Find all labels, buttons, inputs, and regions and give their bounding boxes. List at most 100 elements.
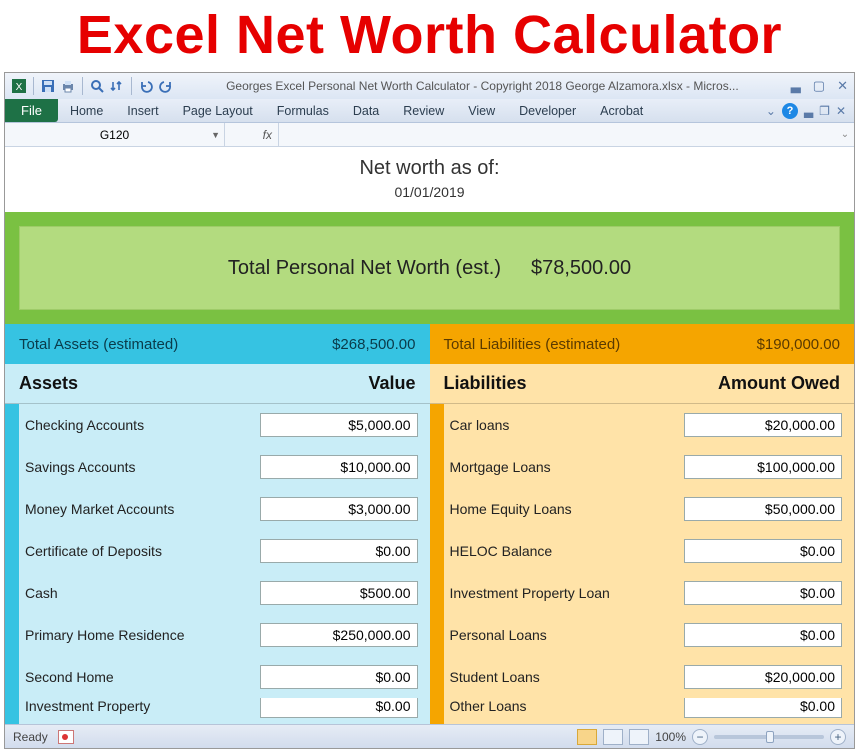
- liability-value-cell[interactable]: $0.00: [684, 581, 842, 605]
- asset-value-cell[interactable]: $500.00: [260, 581, 418, 605]
- formula-bar: G120 ▼ fx ⌄: [5, 123, 854, 147]
- asset-label: Money Market Accounts: [25, 501, 260, 517]
- worksheet[interactable]: Net worth as of: 01/01/2019 Total Person…: [5, 147, 854, 724]
- tab-page-layout[interactable]: Page Layout: [171, 99, 265, 122]
- liabilities-total-label: Total Liabilities (estimated): [444, 336, 621, 353]
- tab-acrobat[interactable]: Acrobat: [588, 99, 655, 122]
- tab-review[interactable]: Review: [391, 99, 456, 122]
- view-page-layout-button[interactable]: [603, 729, 623, 745]
- asset-row: Certificate of Deposits$0.00: [19, 530, 430, 572]
- asset-label: Savings Accounts: [25, 459, 260, 475]
- minimize-button[interactable]: ▃: [791, 78, 801, 94]
- tab-developer[interactable]: Developer: [507, 99, 588, 122]
- status-bar: Ready 100% − +: [5, 724, 854, 748]
- liability-label: Student Loans: [450, 669, 685, 685]
- fx-icon[interactable]: fx: [225, 123, 279, 146]
- liability-value-cell[interactable]: $0.00: [684, 623, 842, 647]
- asset-value-cell[interactable]: $250,000.00: [260, 623, 418, 647]
- liability-row: Student Loans$20,000.00: [444, 656, 855, 698]
- asset-label: Certificate of Deposits: [25, 543, 260, 559]
- asset-value-cell[interactable]: $0.00: [260, 665, 418, 689]
- asset-value-cell[interactable]: $10,000.00: [260, 455, 418, 479]
- asset-value-cell[interactable]: $3,000.00: [260, 497, 418, 521]
- tab-insert[interactable]: Insert: [115, 99, 170, 122]
- tab-home[interactable]: Home: [58, 99, 115, 122]
- redo-icon[interactable]: [158, 78, 174, 94]
- title-bar: X Georges Excel Personal: [5, 73, 854, 99]
- zoom-slider[interactable]: [714, 735, 824, 739]
- asset-value-cell[interactable]: $0.00: [260, 539, 418, 563]
- name-box[interactable]: G120 ▼: [5, 123, 225, 146]
- ribbon-min-icon[interactable]: ⌄: [766, 104, 776, 118]
- liability-value-cell[interactable]: $50,000.00: [684, 497, 842, 521]
- asset-row: Investment Property$0.00: [19, 698, 430, 724]
- asset-row: Money Market Accounts$3,000.00: [19, 488, 430, 530]
- formula-input[interactable]: [279, 123, 836, 146]
- view-page-break-button[interactable]: [629, 729, 649, 745]
- liabilities-header-right: Amount Owed: [718, 373, 840, 394]
- quick-print-icon[interactable]: [60, 78, 76, 94]
- find-icon[interactable]: [89, 78, 105, 94]
- excel-app-icon[interactable]: X: [11, 78, 27, 94]
- zoom-in-button[interactable]: +: [830, 729, 846, 745]
- doc-restore-icon[interactable]: ❐: [819, 104, 830, 118]
- liabilities-column: Total Liabilities (estimated) $190,000.0…: [430, 324, 855, 724]
- liability-label: Car loans: [450, 417, 685, 433]
- formula-expand-icon[interactable]: ⌄: [836, 129, 854, 140]
- liability-label: Other Loans: [450, 698, 685, 714]
- liability-label: Personal Loans: [450, 627, 685, 643]
- networth-header: Net worth as of: 01/01/2019: [5, 147, 854, 212]
- liabilities-section-header: Liabilities Amount Owed: [430, 364, 855, 404]
- tab-data[interactable]: Data: [341, 99, 391, 122]
- doc-minimize-icon[interactable]: ▃: [804, 104, 813, 118]
- tab-file[interactable]: File: [5, 99, 58, 122]
- liability-row: Other Loans$0.00: [444, 698, 855, 724]
- zoom-out-button[interactable]: −: [692, 729, 708, 745]
- liability-label: Investment Property Loan: [450, 585, 685, 601]
- liabilities-rows: Car loans$20,000.00 Mortgage Loans$100,0…: [430, 404, 855, 724]
- window-title: Georges Excel Personal Net Worth Calcula…: [174, 79, 791, 93]
- asset-label: Second Home: [25, 669, 260, 685]
- doc-close-icon[interactable]: ✕: [836, 104, 846, 118]
- liability-value-cell[interactable]: $20,000.00: [684, 413, 842, 437]
- svg-text:X: X: [16, 82, 23, 93]
- name-box-value: G120: [100, 128, 129, 142]
- asset-label: Investment Property: [25, 698, 260, 714]
- sort-icon[interactable]: [109, 78, 125, 94]
- total-banner: Total Personal Net Worth (est.) $78,500.…: [5, 212, 854, 324]
- quick-access-toolbar: X: [11, 77, 174, 95]
- asset-row: Primary Home Residence$250,000.00: [19, 614, 430, 656]
- liability-value-cell[interactable]: $100,000.00: [684, 455, 842, 479]
- name-box-dropdown-icon[interactable]: ▼: [211, 130, 220, 140]
- assets-total-value: $268,500.00: [332, 336, 415, 353]
- asset-label: Primary Home Residence: [25, 627, 260, 643]
- liability-label: Home Equity Loans: [450, 501, 685, 517]
- liabilities-header-left: Liabilities: [444, 373, 527, 394]
- total-networth-label: Total Personal Net Worth (est.): [228, 257, 501, 280]
- total-networth-row: Total Personal Net Worth (est.) $78,500.…: [19, 226, 840, 310]
- networth-title: Net worth as of:: [5, 157, 854, 180]
- asset-row: Second Home$0.00: [19, 656, 430, 698]
- liability-row: HELOC Balance$0.00: [444, 530, 855, 572]
- help-icon[interactable]: ?: [782, 103, 798, 119]
- asset-value-cell[interactable]: $5,000.00: [260, 413, 418, 437]
- asset-label: Checking Accounts: [25, 417, 260, 433]
- close-button[interactable]: ✕: [837, 78, 848, 94]
- save-icon[interactable]: [40, 78, 56, 94]
- assets-section-header: Assets Value: [5, 364, 430, 404]
- liability-row: Personal Loans$0.00: [444, 614, 855, 656]
- tab-formulas[interactable]: Formulas: [265, 99, 341, 122]
- liability-value-cell[interactable]: $20,000.00: [684, 665, 842, 689]
- tab-view[interactable]: View: [456, 99, 507, 122]
- liabilities-total-value: $190,000.00: [757, 336, 840, 353]
- window-controls: ▃ ▢ ✕: [791, 78, 848, 94]
- liability-value-cell[interactable]: $0.00: [684, 698, 842, 718]
- liability-value-cell[interactable]: $0.00: [684, 539, 842, 563]
- asset-row: Cash$500.00: [19, 572, 430, 614]
- liability-row: Home Equity Loans$50,000.00: [444, 488, 855, 530]
- maximize-button[interactable]: ▢: [813, 78, 825, 94]
- undo-icon[interactable]: [138, 78, 154, 94]
- networth-date: 01/01/2019: [5, 184, 854, 200]
- view-normal-button[interactable]: [577, 729, 597, 745]
- asset-value-cell[interactable]: $0.00: [260, 698, 418, 718]
